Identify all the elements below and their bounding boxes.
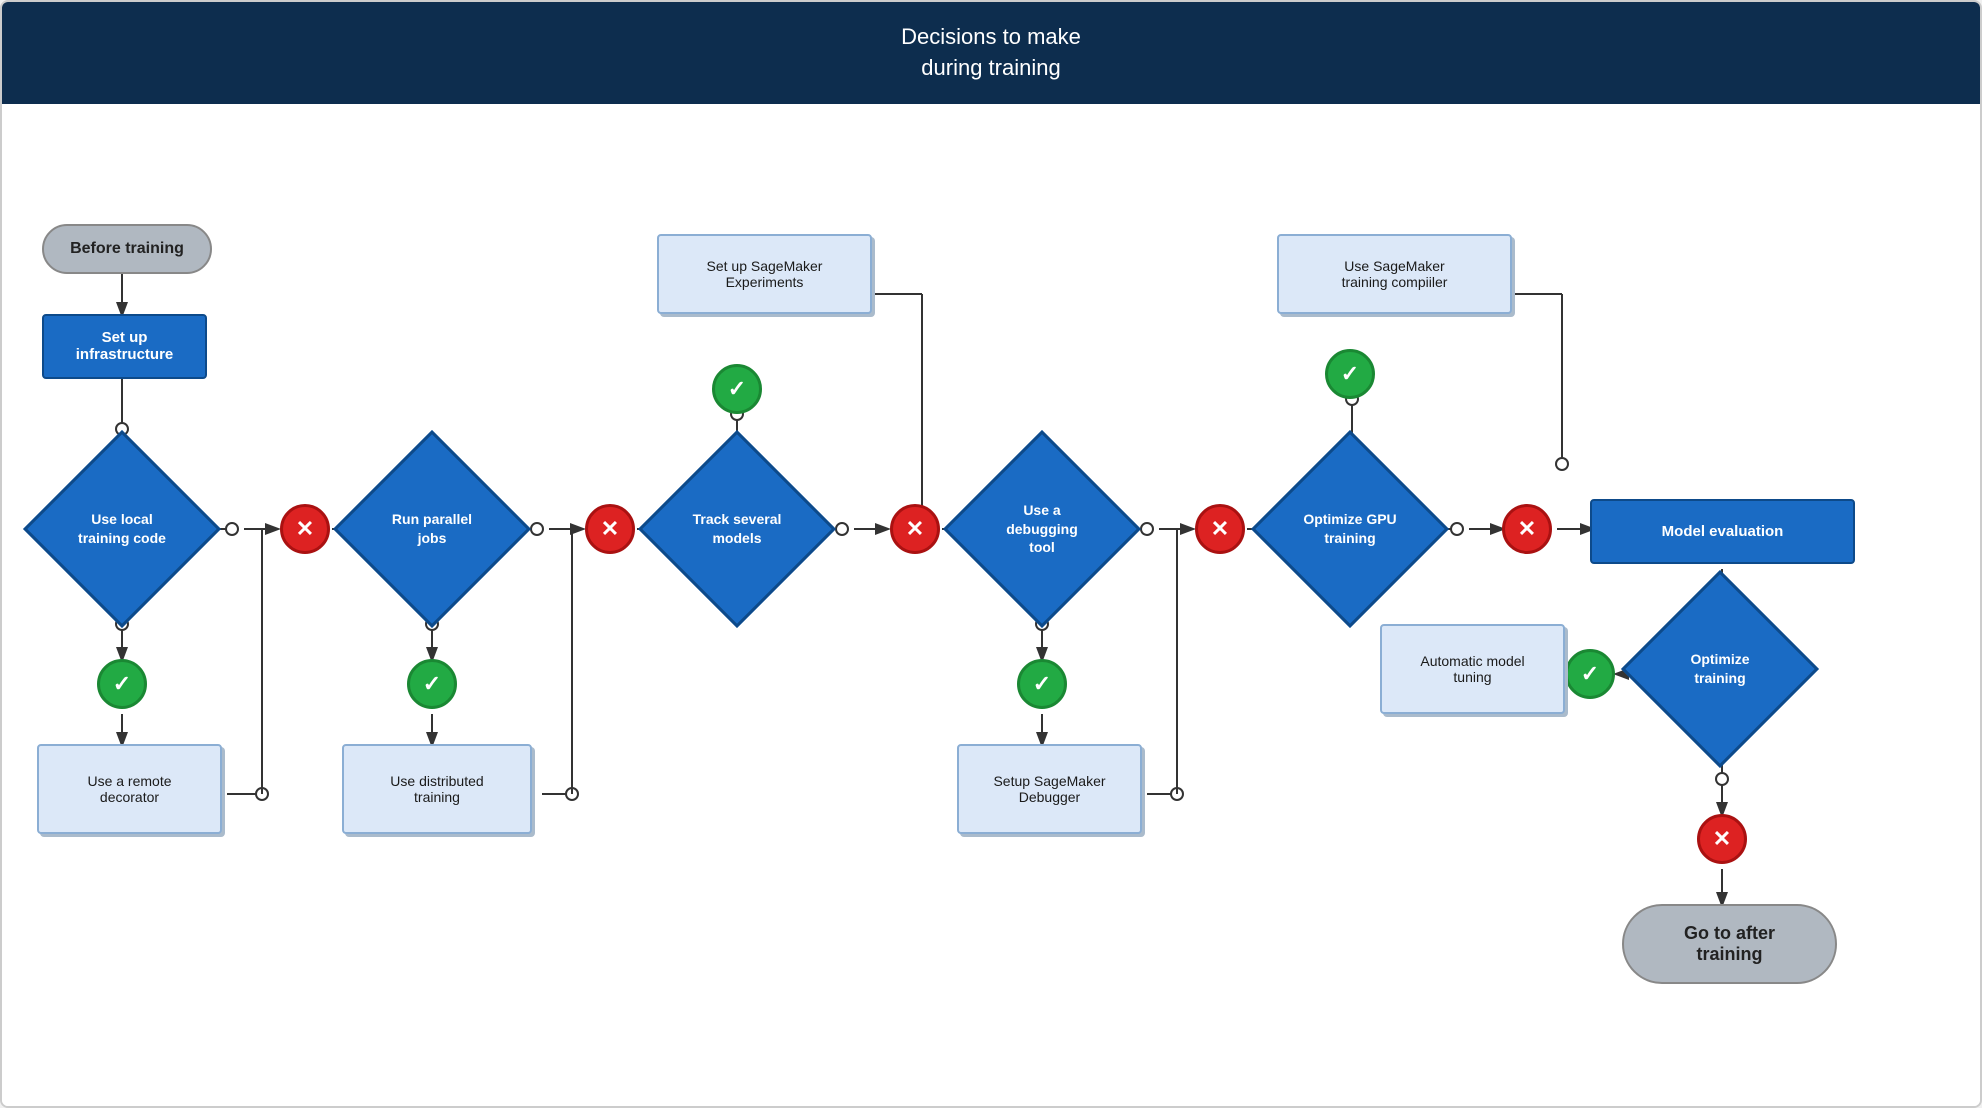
green-check-5: ✓ (1325, 349, 1375, 399)
setup-sagemaker-debugger-node: Setup SageMaker Debugger (957, 744, 1142, 834)
before-training-node: Before training (42, 224, 212, 274)
diagram-area: Before training Set up infrastructure Us… (2, 104, 1980, 1106)
use-local-training-code-label: Use local training code (52, 459, 192, 599)
red-x-1: ✕ (280, 504, 330, 554)
green-check-3: ✓ (712, 364, 762, 414)
red-x-6-icon: ✕ (1713, 826, 1731, 852)
green-check-2: ✓ (407, 659, 457, 709)
red-x-3-icon: ✕ (906, 516, 924, 542)
optimize-training-label: Optimize training (1650, 599, 1790, 739)
model-evaluation-label: Model evaluation (1662, 523, 1784, 540)
model-evaluation-node: Model evaluation (1590, 499, 1855, 564)
red-x-3: ✕ (890, 504, 940, 554)
green-check-1: ✓ (97, 659, 147, 709)
run-parallel-jobs-diamond: Run parallel jobs (362, 459, 502, 599)
setup-sagemaker-debugger-label: Setup SageMaker Debugger (993, 773, 1105, 805)
green-check-2-icon: ✓ (423, 671, 441, 697)
setup-infrastructure-node: Set up infrastructure (42, 314, 207, 379)
green-check-4-icon: ✓ (1033, 671, 1051, 697)
setup-sagemaker-experiments-label: Set up SageMaker Experiments (707, 258, 823, 290)
red-x-4-icon: ✕ (1211, 516, 1229, 542)
use-debugging-tool-label: Use a debugging tool (972, 459, 1112, 599)
optimize-training-diamond: Optimize training (1650, 599, 1790, 739)
use-local-training-code-diamond: Use local training code (52, 459, 192, 599)
track-several-models-label: Track several models (667, 459, 807, 599)
use-debugging-tool-diamond: Use a debugging tool (972, 459, 1112, 599)
use-remote-decorator-node: Use a remote decorator (37, 744, 222, 834)
red-x-1-icon: ✕ (296, 516, 314, 542)
setup-sagemaker-experiments-node: Set up SageMaker Experiments (657, 234, 872, 314)
green-check-1-icon: ✓ (113, 671, 131, 697)
green-check-6: ✓ (1565, 649, 1615, 699)
main-container: Decisions to make during training (0, 0, 1982, 1108)
green-check-6-icon: ✓ (1581, 661, 1599, 687)
track-several-models-diamond: Track several models (667, 459, 807, 599)
automatic-model-tuning-node: Automatic model tuning (1380, 624, 1565, 714)
sagemaker-training-compiler-node: Use SageMaker training compiiler (1277, 234, 1512, 314)
before-training-label: Before training (70, 240, 184, 258)
run-parallel-jobs-label: Run parallel jobs (362, 459, 502, 599)
red-x-2-icon: ✕ (601, 516, 619, 542)
header-title: Decisions to make during training (901, 22, 1081, 84)
red-x-6: ✕ (1697, 814, 1747, 864)
red-x-2: ✕ (585, 504, 635, 554)
sagemaker-training-compiler-label: Use SageMaker training compiiler (1342, 258, 1448, 290)
go-to-after-training-label: Go to after training (1684, 923, 1775, 965)
red-x-4: ✕ (1195, 504, 1245, 554)
use-remote-decorator-label: Use a remote decorator (87, 773, 171, 805)
optimize-gpu-training-diamond: Optimize GPU training (1280, 459, 1420, 599)
red-x-5: ✕ (1502, 504, 1552, 554)
red-x-5-icon: ✕ (1518, 516, 1536, 542)
automatic-model-tuning-label: Automatic model tuning (1420, 653, 1524, 685)
use-distributed-training-node: Use distributed training (342, 744, 532, 834)
green-check-4: ✓ (1017, 659, 1067, 709)
green-check-3-icon: ✓ (728, 376, 746, 402)
optimize-gpu-training-label: Optimize GPU training (1280, 459, 1420, 599)
go-to-after-training-node: Go to after training (1622, 904, 1837, 984)
header: Decisions to make during training (2, 2, 1980, 104)
green-check-5-icon: ✓ (1341, 361, 1359, 387)
use-distributed-training-label: Use distributed training (390, 773, 483, 805)
setup-infrastructure-label: Set up infrastructure (56, 329, 193, 363)
